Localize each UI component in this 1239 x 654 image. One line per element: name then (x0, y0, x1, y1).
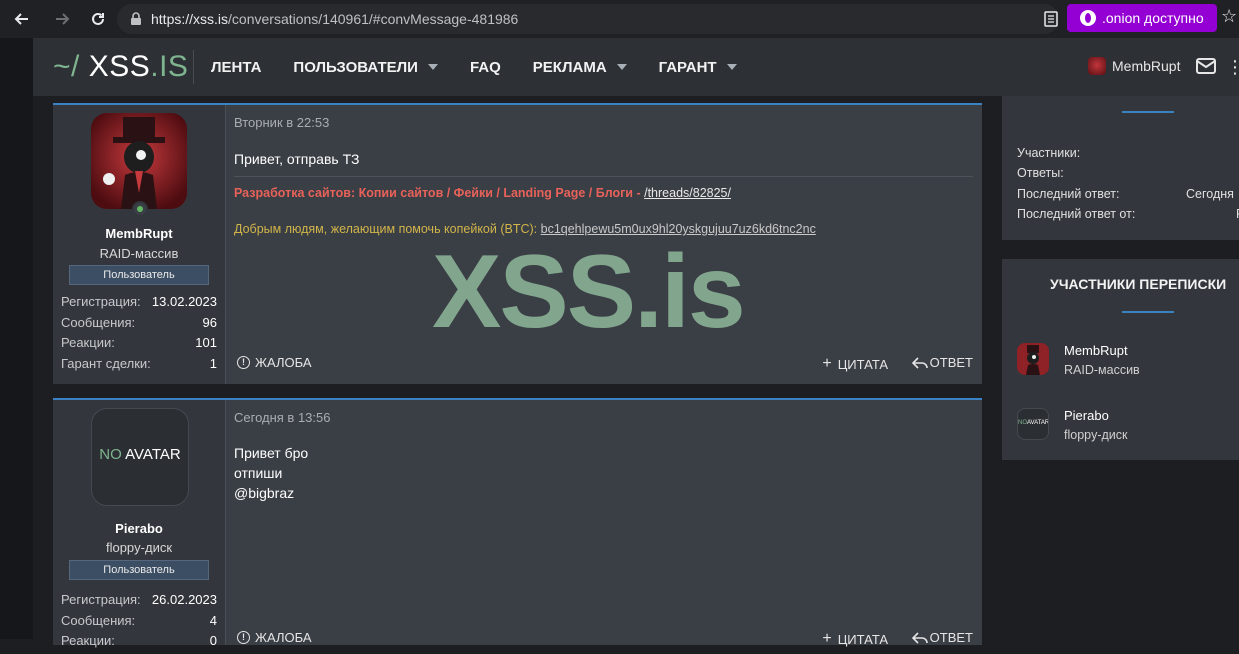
title-underline (1122, 111, 1174, 113)
info-last-reply-label: Последний ответ: (1017, 187, 1120, 201)
message-user-title: floppy-диск (105, 540, 173, 555)
participant-item[interactable]: MembRupt RAID-массив (1017, 343, 1140, 377)
mail-icon[interactable] (1196, 58, 1216, 74)
quote-button[interactable]: + ЦИТАТА (822, 630, 888, 648)
logo-divider (193, 50, 194, 84)
menu-item-guarantor[interactable]: ГАРАНТ (659, 59, 737, 76)
participant-name[interactable]: Pierabo (1064, 408, 1128, 423)
logo-suffix: .IS (150, 50, 189, 83)
quote-button[interactable]: + ЦИТАТА (822, 355, 888, 373)
menu-item-faq[interactable]: FAQ (470, 59, 501, 76)
message-user-column: MembRupt RAID-массив Пользователь Регист… (53, 105, 226, 384)
reload-icon[interactable] (84, 5, 112, 33)
message-user-column: NO AVATAR Pierabo floppy-диск Пользовате… (53, 400, 226, 648)
back-arrow-icon[interactable] (8, 5, 36, 33)
report-icon: ! (237, 631, 250, 644)
participant-title: floppy-диск (1064, 428, 1128, 442)
reply-button[interactable]: ОТВЕТ (911, 630, 973, 645)
info-last-reply-from-label: Последний ответ от: (1017, 207, 1136, 221)
reader-mode-icon[interactable] (1044, 11, 1060, 27)
message-date[interactable]: Сегодня в 13:56 (234, 410, 330, 425)
plus-icon: + (822, 355, 832, 372)
chevron-down-icon[interactable] (616, 64, 627, 70)
stat-row: Реакции: 101 (61, 335, 217, 350)
signature-line-1: Разработка сайтов: Копии сайтов / Фейки … (234, 186, 731, 200)
logo-main: XSS (88, 50, 151, 83)
message-user-title: RAID-массив (99, 246, 179, 261)
participant-name[interactable]: MembRupt (1064, 343, 1140, 358)
left-strip (0, 38, 33, 639)
info-replies-label: Ответы: (1017, 166, 1064, 180)
info-last-reply-value: Сегодня (1186, 187, 1234, 201)
user-banner: Пользователь (69, 265, 209, 285)
signature-line-2: Добрым людям, желающим помочь копейкой (… (234, 222, 816, 236)
main-menu: ЛЕНТА ПОЛЬЗОВАТЕЛИ FAQ РЕКЛАМА ГАРАНТ (211, 38, 769, 96)
report-icon: ! (237, 356, 250, 369)
user-stats: Регистрация: 26.02.2023 Сообщения: 4 Реакц… (61, 592, 217, 654)
online-status-indicator (132, 201, 148, 217)
message-username[interactable]: MembRupt (53, 226, 225, 241)
user-stats: Регистрация: 13.02.2023 Сообщения: 96 Реак… (61, 294, 217, 376)
account-link[interactable]: MembRupt (1088, 57, 1180, 75)
message-1: MembRupt RAID-массив Пользователь Регист… (53, 103, 982, 384)
menu-item-feed[interactable]: ЛЕНТА (211, 59, 261, 76)
more-icon[interactable]: ⋮ (1226, 57, 1239, 78)
participant-item[interactable]: NOAVATAR Pierabo floppy-диск (1017, 408, 1128, 442)
address-bar[interactable]: https://xss.is/conversations/140961/#con… (117, 4, 1059, 34)
page: ~/ XSS.IS ЛЕНТА ПОЛЬЗОВАТЕЛИ FAQ РЕКЛАМА… (0, 38, 1239, 648)
signature-thread-link[interactable]: /threads/82825/ (644, 186, 731, 200)
signature-divider (234, 176, 973, 177)
site-header: ~/ XSS.IS ЛЕНТА ПОЛЬЗОВАТЕЛИ FAQ РЕКЛАМА… (33, 38, 1239, 96)
menu-item-ads[interactable]: РЕКЛАМА (533, 59, 627, 76)
title-underline (1122, 311, 1174, 313)
logo-prefix: ~/ (53, 50, 80, 83)
conversation-info-panel: Участники: Ответы: Последний ответ: Сего… (1002, 96, 1239, 240)
stat-row: Регистрация: 26.02.2023 (61, 592, 217, 607)
chevron-down-icon[interactable] (726, 64, 737, 70)
onion-available-button[interactable]: .onion доступно (1067, 4, 1217, 32)
message-body: Вторник в 22:53 Привет, отправь ТЗ Разра… (234, 105, 973, 384)
reply-icon (911, 356, 928, 369)
no-avatar-text: NO AVATAR (99, 446, 181, 463)
onion-icon (1080, 10, 1096, 26)
reply-button[interactable]: ОТВЕТ (911, 355, 973, 370)
info-participants-label: Участники: (1017, 146, 1081, 160)
account-username: MembRupt (1112, 58, 1181, 74)
plus-icon: + (822, 630, 832, 647)
site-logo[interactable]: ~/ XSS.IS (53, 50, 188, 84)
forward-arrow-icon[interactable] (48, 5, 76, 33)
message-2: NO AVATAR Pierabo floppy-диск Пользовате… (53, 398, 982, 648)
onion-label: .onion доступно (1102, 10, 1204, 26)
message-text: Привет бро отпиши @bigbraz (234, 445, 309, 501)
stat-row: Регистрация: 13.02.2023 (61, 294, 217, 309)
message-body: Сегодня в 13:56 Привет бро отпиши @bigbr… (234, 400, 973, 648)
report-button[interactable]: ! ЖАЛОБА (237, 355, 312, 370)
report-button[interactable]: ! ЖАЛОБА (237, 630, 312, 645)
avatar: NOAVATAR (1017, 408, 1049, 440)
url-text: https://xss.is/conversations/140961/#con… (151, 11, 519, 27)
participant-title: RAID-массив (1064, 363, 1140, 377)
lock-icon[interactable] (127, 10, 145, 28)
chevron-down-icon[interactable] (427, 64, 438, 70)
browser-toolbar: https://xss.is/conversations/140961/#con… (0, 0, 1239, 38)
message-username[interactable]: Pierabo (53, 521, 225, 536)
menu-item-users[interactable]: ПОЛЬЗОВАТЕЛИ (293, 59, 438, 76)
avatar (1017, 343, 1049, 375)
user-banner: Пользователь (69, 560, 209, 580)
participants-panel: УЧАСТНИКИ ПЕРЕПИСКИ MembRupt RAID-массив… (1002, 259, 1239, 460)
reply-icon (911, 631, 928, 644)
btc-address-link[interactable]: bc1qehlpewu5m0ux9hl20yskgujuu7uz6kd6tnc2… (541, 222, 816, 236)
stat-row: Гарант сделки: 1 (61, 355, 217, 371)
avatar[interactable]: NO AVATAR (91, 408, 189, 506)
stat-row: Сообщения: 4 (61, 612, 217, 628)
participants-title: УЧАСТНИКИ ПЕРЕПИСКИ (1050, 276, 1227, 292)
avatar (1088, 57, 1106, 75)
message-text: Привет, отправь ТЗ (234, 151, 360, 167)
stat-row: Реакции: 0 (61, 633, 217, 648)
stat-row: Сообщения: 96 (61, 314, 217, 330)
bookmark-star-icon[interactable]: ☆ (1221, 6, 1237, 27)
message-date[interactable]: Вторник в 22:53 (234, 115, 329, 130)
avatar[interactable] (91, 113, 187, 209)
